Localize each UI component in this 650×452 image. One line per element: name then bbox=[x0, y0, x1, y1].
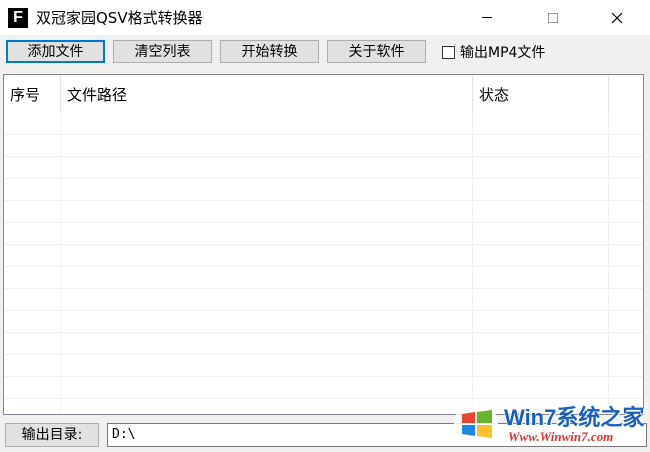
close-button[interactable] bbox=[594, 0, 640, 35]
close-icon bbox=[611, 12, 623, 23]
windows-logo-icon bbox=[454, 402, 498, 446]
table-row bbox=[4, 354, 643, 377]
column-header-index[interactable]: 序号 bbox=[4, 75, 61, 112]
table-row bbox=[4, 200, 643, 223]
table-row bbox=[4, 310, 643, 333]
output-mp4-checkbox[interactable] bbox=[442, 45, 455, 59]
output-mp4-label[interactable]: 输出MP4文件 bbox=[460, 42, 545, 62]
table-row bbox=[4, 244, 643, 267]
watermark-brand: Win7系统之家 bbox=[504, 405, 645, 430]
output-mp4-option[interactable]: 输出MP4文件 bbox=[442, 43, 545, 61]
table-row bbox=[4, 134, 643, 157]
app-window: F 双冠家园QSV格式转换器 添加文件 清空列表 开始转换 关于软件 输出MP4… bbox=[0, 0, 650, 452]
watermark-url: Www.Winwin7.com bbox=[508, 429, 614, 444]
toolbar: 添加文件 清空列表 开始转换 关于软件 输出MP4文件 bbox=[0, 37, 650, 69]
column-divider bbox=[472, 112, 473, 414]
table-row bbox=[4, 288, 643, 311]
table-row bbox=[4, 222, 643, 245]
table-row bbox=[4, 266, 643, 289]
table-row bbox=[4, 332, 643, 355]
table-row bbox=[4, 156, 643, 179]
output-dir-label: 输出目录: bbox=[5, 423, 99, 447]
column-divider bbox=[608, 112, 609, 414]
table-row bbox=[4, 178, 643, 201]
column-divider bbox=[60, 112, 61, 414]
maximize-icon bbox=[548, 12, 558, 23]
list-rows bbox=[4, 112, 643, 414]
add-files-button[interactable]: 添加文件 bbox=[6, 40, 105, 63]
watermark: Win7系统之家 Www.Winwin7.com bbox=[452, 396, 650, 452]
minimize-icon bbox=[482, 17, 492, 18]
minimize-button[interactable] bbox=[464, 0, 510, 35]
about-button[interactable]: 关于软件 bbox=[327, 40, 426, 63]
table-row bbox=[4, 112, 643, 135]
maximize-button[interactable] bbox=[530, 0, 576, 35]
clear-list-button[interactable]: 清空列表 bbox=[113, 40, 212, 63]
window-title: 双冠家园QSV格式转换器 bbox=[36, 9, 203, 27]
app-icon: F bbox=[8, 7, 28, 28]
start-convert-button[interactable]: 开始转换 bbox=[220, 40, 319, 63]
title-bar[interactable]: F 双冠家园QSV格式转换器 bbox=[0, 0, 650, 35]
column-header-path[interactable]: 文件路径 bbox=[61, 75, 473, 112]
list-header: 序号 文件路径 状态 bbox=[4, 75, 643, 112]
file-list[interactable]: 序号 文件路径 状态 bbox=[3, 74, 644, 415]
column-header-status[interactable]: 状态 bbox=[473, 75, 609, 112]
column-header-filler bbox=[609, 75, 643, 112]
